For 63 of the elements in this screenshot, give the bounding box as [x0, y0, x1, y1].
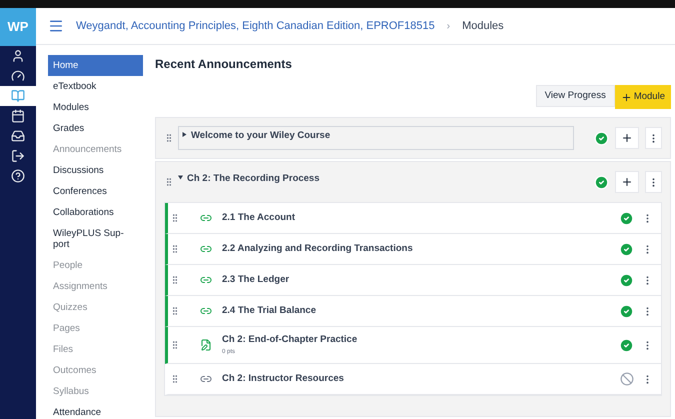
course-link[interactable]: Weygandt, Accounting Principles, Eighth Canadian Edition, EPROF18515	[76, 18, 435, 34]
plus-icon	[621, 132, 633, 144]
course-nav-item[interactable]: WileyPLUS Sup-port	[48, 223, 143, 255]
published-icon[interactable]	[619, 210, 634, 226]
collapsed-caret-icon[interactable]	[182, 132, 187, 137]
add-item-button[interactable]	[615, 127, 639, 149]
module-item-title[interactable]: Ch 2: End-of-Chapter Practice	[222, 333, 619, 348]
published-icon[interactable]	[619, 272, 634, 288]
add-item-button[interactable]	[615, 171, 639, 193]
published-icon[interactable]	[619, 242, 634, 256]
module-item-row[interactable]: 2.2 Analyzing and Recording Transactions	[165, 234, 661, 265]
course-nav-item[interactable]: Attendance	[48, 402, 143, 419]
module-item-title[interactable]: 2.3 The Ledger	[222, 272, 619, 288]
expanded-caret-icon[interactable]	[178, 175, 183, 180]
unpublished-icon[interactable]	[620, 372, 634, 386]
published-icon[interactable]	[619, 304, 634, 318]
published-icon[interactable]	[594, 130, 609, 146]
book-icon	[11, 89, 25, 103]
drag-handle-icon[interactable]	[170, 244, 180, 254]
module-item-title[interactable]: 2.4 The Trial Balance	[222, 304, 619, 318]
view-progress-button[interactable]: View Progress	[536, 85, 615, 107]
drag-handle-icon[interactable]	[170, 275, 180, 285]
breadcrumb-separator: ›	[446, 20, 450, 34]
tray-icon	[11, 129, 25, 143]
module-title[interactable]: Ch 2: The Recording Process	[187, 172, 320, 186]
link-icon	[200, 212, 212, 224]
user-icon	[11, 49, 25, 63]
section-heading: Recent Announcements	[155, 56, 293, 73]
breadcrumb-current: Modules	[462, 18, 504, 34]
add-module-button[interactable]: Module	[614, 85, 671, 109]
drag-handle-icon[interactable]	[170, 374, 180, 384]
link-icon	[200, 305, 212, 317]
module-item-row[interactable]: 2.4 The Trial Balance	[165, 296, 661, 327]
module-item-title[interactable]: 2.1 The Account	[222, 210, 619, 226]
module-item-row[interactable]: 2.3 The Ledger	[165, 265, 661, 296]
course-nav-item[interactable]: Collaborations	[48, 202, 143, 223]
published-icon[interactable]	[619, 338, 634, 352]
module-item-title[interactable]: 2.2 Analyzing and Recording Transactions	[222, 242, 619, 256]
plus-icon	[620, 92, 632, 102]
course-nav-item[interactable]: Modules	[48, 97, 143, 118]
course-nav-item[interactable]: eTextbook	[48, 76, 143, 97]
course-nav-item[interactable]: Conferences	[48, 181, 143, 202]
help-icon	[11, 169, 25, 183]
course-nav-item[interactable]: Grades	[48, 118, 143, 139]
calendar-icon	[11, 109, 25, 123]
published-icon[interactable]	[594, 174, 609, 190]
link-icon	[200, 274, 212, 286]
drag-handle-icon[interactable]	[164, 133, 174, 143]
module-item-title[interactable]: Ch 2: Instructor Resources	[222, 372, 620, 386]
module-item-row[interactable]: Ch 2: Instructor Resources	[165, 364, 661, 395]
gauge-icon	[11, 69, 25, 83]
menu-icon[interactable]	[48, 18, 64, 34]
module-item-row[interactable]: 2.1 The Account	[165, 203, 661, 234]
course-nav-item[interactable]: Home	[48, 55, 143, 76]
assignment-icon	[200, 339, 212, 351]
plus-icon	[621, 176, 633, 188]
drag-handle-icon[interactable]	[170, 213, 180, 223]
link-icon	[200, 243, 212, 255]
drag-handle-icon[interactable]	[170, 340, 180, 350]
course-nav-item[interactable]: Discussions	[48, 160, 143, 181]
link-icon	[200, 373, 212, 385]
drag-handle-icon[interactable]	[164, 177, 174, 187]
drag-handle-icon[interactable]	[170, 306, 180, 316]
